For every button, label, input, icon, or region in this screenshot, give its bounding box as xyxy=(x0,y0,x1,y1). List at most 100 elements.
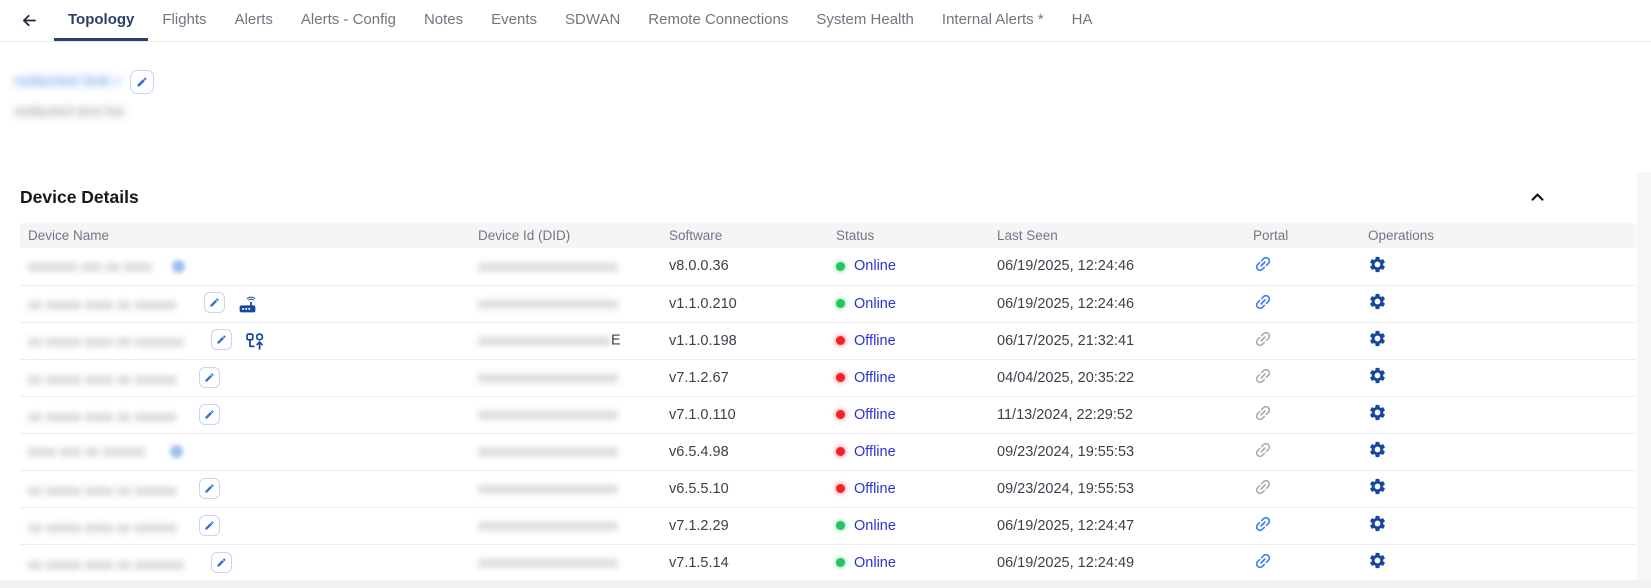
column-header-device-name: Device Name xyxy=(20,223,470,248)
status-dot xyxy=(836,484,845,493)
gear-icon[interactable] xyxy=(1368,440,1387,459)
status-link[interactable]: Offline xyxy=(854,407,896,423)
software-version: v7.1.0.110 xyxy=(661,396,828,433)
pencil-icon xyxy=(216,334,227,345)
link-icon[interactable] xyxy=(1253,403,1273,423)
gear-icon[interactable] xyxy=(1368,329,1387,348)
device-id-redacted: xxxxxxxxxxxxxxxxxxxxxxxx xyxy=(478,517,618,534)
status-link[interactable]: Offline xyxy=(854,370,896,386)
device-table: Device NameDevice Id (DID)SoftwareStatus… xyxy=(20,223,1636,582)
software-version: v6.5.5.10 xyxy=(661,470,828,507)
arrow-left-icon xyxy=(20,11,39,30)
status-dot xyxy=(836,521,845,530)
status-link[interactable]: Offline xyxy=(854,481,896,497)
column-header-portal: Portal xyxy=(1245,223,1360,248)
column-header-operations: Operations xyxy=(1360,223,1636,248)
edit-title-button[interactable] xyxy=(130,70,154,94)
table-row: xxxxxxx xxx xx xxxx xxxxxxxxxxxxxxxxxxxx… xyxy=(20,248,1636,285)
last-seen: 06/17/2025, 21:32:41 xyxy=(989,322,1245,359)
status-link[interactable]: Online xyxy=(854,555,896,571)
last-seen: 04/04/2025, 20:35:22 xyxy=(989,359,1245,396)
column-header-software: Software xyxy=(661,223,828,248)
status-link[interactable]: Online xyxy=(854,518,896,534)
nav-tab-flights[interactable]: Flights xyxy=(148,0,220,41)
edit-device-name-button[interactable] xyxy=(199,404,220,425)
software-version: v7.1.5.14 xyxy=(661,544,828,581)
nav-tab-system-health[interactable]: System Health xyxy=(802,0,928,41)
last-seen: 09/23/2024, 19:55:53 xyxy=(989,470,1245,507)
edit-device-name-button[interactable] xyxy=(199,478,220,499)
link-icon[interactable] xyxy=(1253,254,1273,274)
pencil-icon xyxy=(204,372,215,383)
info-badge-icon xyxy=(172,260,185,273)
gear-icon[interactable] xyxy=(1368,514,1387,533)
nav-tab-remote-connections[interactable]: Remote Connections xyxy=(634,0,802,41)
last-seen: 11/13/2024, 22:29:52 xyxy=(989,396,1245,433)
table-row: xx xxxxx xxxx xx xxxxxxx xxxxxxxxxxxxxxx… xyxy=(20,544,1636,581)
status-link[interactable]: Online xyxy=(854,296,896,312)
pencil-icon xyxy=(204,520,215,531)
pencil-icon xyxy=(136,76,148,88)
table-row: xx xxxxx xxxx xx xxxxxx xxxxxxxxxxxxxxxx… xyxy=(20,285,1636,322)
nav-tab-sdwan[interactable]: SDWAN xyxy=(551,0,634,41)
device-name-redacted: xx xxxxx xxxx xx xxxxxx xyxy=(28,519,188,536)
gear-icon[interactable] xyxy=(1368,292,1387,311)
status-link[interactable]: Offline xyxy=(854,333,896,349)
edit-device-name-button[interactable] xyxy=(204,292,225,313)
nav-tab-alerts[interactable]: Alerts xyxy=(221,0,287,41)
software-version: v1.1.0.198 xyxy=(661,322,828,359)
gear-icon[interactable] xyxy=(1368,255,1387,274)
link-icon[interactable] xyxy=(1253,477,1273,497)
page-background-right xyxy=(1637,172,1651,580)
device-id-redacted: xxxxxxxxxxxxxxxxxxxxxxxx xyxy=(478,554,618,571)
status-dot xyxy=(836,447,845,456)
device-name-redacted: xx xxxxx xxxx xx xxxxxx xyxy=(28,482,188,499)
edit-device-name-button[interactable] xyxy=(211,329,232,350)
software-version: v7.1.2.29 xyxy=(661,507,828,544)
link-icon[interactable] xyxy=(1253,329,1273,349)
table-row: xx xxxxx xxxx xx xxxxxxx xxxxxxxxxxxxxxx… xyxy=(20,322,1636,359)
collapse-section-button[interactable] xyxy=(1525,185,1549,209)
link-icon[interactable] xyxy=(1253,514,1273,534)
link-icon[interactable] xyxy=(1253,440,1273,460)
topology-icon xyxy=(244,331,265,352)
table-row: xx xxxxx xxxx xx xxxxxx xxxxxxxxxxxxxxxx… xyxy=(20,470,1636,507)
table-header-row: Device NameDevice Id (DID)SoftwareStatus… xyxy=(20,223,1636,248)
gear-icon[interactable] xyxy=(1368,403,1387,422)
device-name-redacted: xx xxxxx xxxx xx xxxxxx xyxy=(28,371,188,388)
device-name-redacted: xx xxxxx xxxx xx xxxxxxx xyxy=(28,556,200,573)
gear-icon[interactable] xyxy=(1368,477,1387,496)
edit-device-name-button[interactable] xyxy=(199,367,220,388)
status-dot xyxy=(836,299,845,308)
device-id-redacted: xxxxxxxxxxxxxxxxxxxxxxxx xyxy=(478,258,618,275)
link-icon[interactable] xyxy=(1253,366,1273,386)
nav-tab-alerts-config[interactable]: Alerts - Config xyxy=(287,0,410,41)
device-id-redacted: xxxxxxxxxxxxxxxxxxxxxxxx xyxy=(478,295,618,312)
back-button[interactable] xyxy=(12,0,46,41)
nav-tab-topology[interactable]: Topology xyxy=(54,0,148,41)
last-seen: 06/19/2025, 12:24:46 xyxy=(989,248,1245,285)
nav-tab-internal-alerts[interactable]: Internal Alerts * xyxy=(928,0,1058,41)
edit-device-name-button[interactable] xyxy=(211,552,232,573)
status-link[interactable]: Offline xyxy=(854,444,896,460)
status-dot xyxy=(836,336,845,345)
nav-tabs: TopologyFlightsAlertsAlerts - ConfigNote… xyxy=(54,0,1106,41)
software-version: v1.1.0.210 xyxy=(661,285,828,322)
status-link[interactable]: Online xyxy=(854,258,896,274)
device-group-title-redacted[interactable]: redacted link name xyxy=(14,73,120,92)
page-background-bottom xyxy=(0,580,1651,588)
pencil-icon xyxy=(204,409,215,420)
device-name-redacted: xx xxxxx xxxx xx xxxxxx xyxy=(28,408,188,425)
status-dot xyxy=(836,558,845,567)
link-icon[interactable] xyxy=(1253,551,1273,571)
nav-tab-notes[interactable]: Notes xyxy=(410,0,477,41)
nav-tab-events[interactable]: Events xyxy=(477,0,551,41)
edit-device-name-button[interactable] xyxy=(199,515,220,536)
pencil-icon xyxy=(204,483,215,494)
gear-icon[interactable] xyxy=(1368,366,1387,385)
gear-icon[interactable] xyxy=(1368,551,1387,570)
link-icon[interactable] xyxy=(1253,292,1273,312)
nav-tab-ha[interactable]: HA xyxy=(1058,0,1107,41)
device-id-redacted: xxxxxxxxxxxxxxxxxxxxxxxx xyxy=(478,332,611,349)
last-seen: 06/19/2025, 12:24:47 xyxy=(989,507,1245,544)
